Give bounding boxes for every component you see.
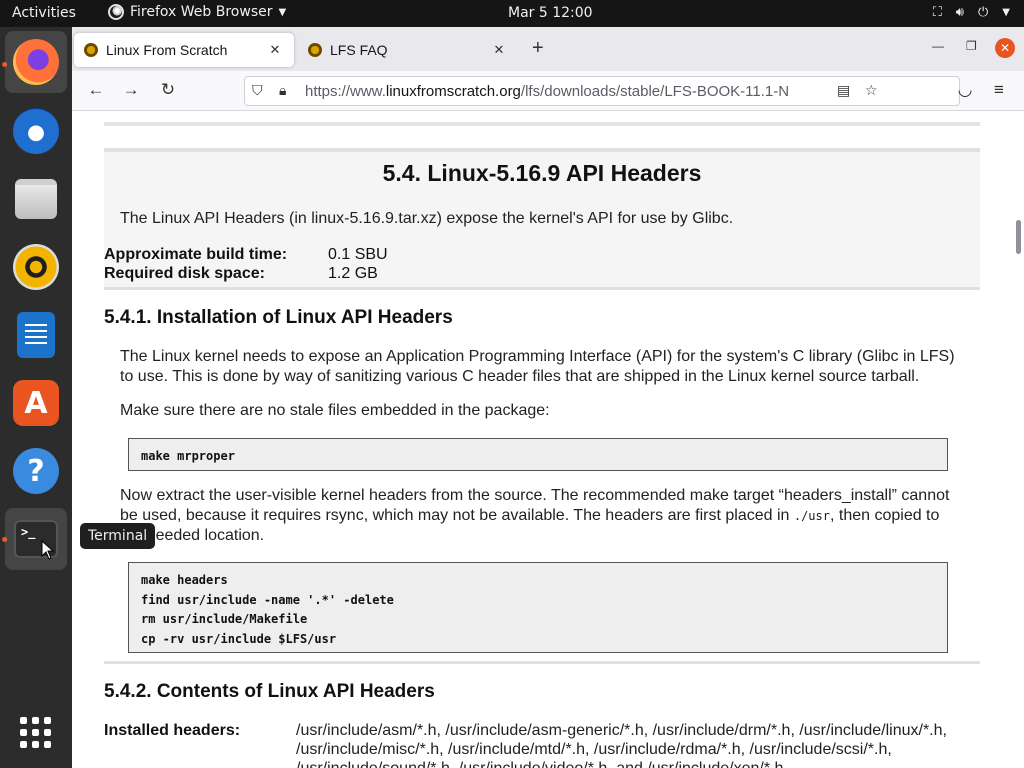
divider	[104, 661, 980, 664]
reader-view-icon[interactable]: ▤	[837, 82, 850, 99]
dock-item-help[interactable]: ?	[5, 440, 67, 502]
dock-tooltip: Terminal	[80, 523, 156, 549]
paragraph: Make sure there are no stale files embed…	[120, 402, 550, 419]
tab-title: Linux From Scratch	[106, 42, 228, 58]
system-tray[interactable]: ⛶ 🔊︎ ⏻ ▼	[933, 5, 1010, 20]
code-line: make mrproper	[141, 449, 235, 463]
show-applications-button[interactable]	[20, 717, 52, 749]
hamburger-menu-icon[interactable]: ≡	[988, 80, 1010, 100]
code-line: cp -rv usr/include $LFS/usr	[141, 631, 337, 646]
new-tab-button[interactable]: +	[532, 37, 544, 60]
dock-item-files[interactable]	[5, 168, 67, 230]
tab-lfs-faq[interactable]: LFS FAQ ✕	[298, 33, 518, 67]
forward-button[interactable]: →	[120, 80, 142, 100]
lock-icon[interactable]: 🔒︎	[279, 82, 286, 99]
section-heading-installation: 5.4.1. Installation of Linux API Headers	[104, 307, 453, 328]
build-time-value: 0.1 SBU	[328, 246, 388, 263]
close-icon[interactable]: ✕	[266, 42, 284, 58]
firefox-icon	[108, 4, 124, 20]
code-line: rm usr/include/Makefile	[141, 612, 308, 626]
url-text[interactable]: https://www.linuxfromscratch.org/lfs/dow…	[305, 83, 835, 100]
top-bar: Activities Firefox Web Browser ▼ Mar 5 1…	[0, 0, 1024, 27]
lfs-favicon-icon	[84, 43, 98, 57]
page-content: 5.4. Linux-5.16.9 API Headers The Linux …	[72, 111, 1016, 768]
app-menu[interactable]: Firefox Web Browser ▼	[108, 4, 286, 20]
build-time-label: Approximate build time:	[104, 246, 288, 263]
dock-item-writer[interactable]	[5, 304, 67, 366]
paragraph: Now extract the user-visible kernel head…	[120, 487, 950, 544]
software-store-icon: A	[13, 380, 59, 426]
minimize-button[interactable]: —	[932, 39, 944, 53]
installed-headers-value: /usr/include/asm/*.h, /usr/include/asm-g…	[296, 722, 947, 768]
volume-icon: 🔊︎	[955, 5, 964, 20]
paragraph: The Linux kernel needs to expose an Appl…	[120, 348, 955, 385]
dock-item-software[interactable]: A	[5, 372, 67, 434]
activities-button[interactable]: Activities	[12, 5, 76, 21]
close-icon[interactable]: ✕	[490, 42, 508, 58]
scrollbar-thumb[interactable]	[1016, 220, 1021, 254]
app-menu-label: Firefox Web Browser	[130, 4, 273, 20]
disk-space-row: Required disk space: 1.2 GB	[104, 265, 378, 283]
back-button[interactable]: ←	[85, 80, 107, 100]
restore-button[interactable]: ❐	[966, 39, 977, 53]
files-icon	[15, 179, 57, 219]
installed-headers-label: Installed headers:	[104, 722, 241, 739]
page-title: 5.4. Linux-5.16.9 API Headers	[382, 160, 702, 186]
thunderbird-icon	[13, 108, 59, 154]
disk-space-value: 1.2 GB	[328, 265, 378, 282]
dock-item-firefox[interactable]	[5, 31, 67, 93]
window-close-button[interactable]: ✕	[995, 38, 1015, 58]
power-icon: ⏻	[978, 5, 989, 20]
pocket-icon[interactable]: ◡	[954, 80, 976, 100]
code-line: make headers	[141, 573, 228, 587]
build-time-row: Approximate build time: 0.1 SBU	[104, 246, 388, 264]
dock-item-thunderbird[interactable]	[5, 100, 67, 162]
caret-down-icon: ▼	[1002, 7, 1010, 18]
divider	[104, 122, 980, 126]
rhythmbox-icon	[13, 244, 59, 290]
dock: A ? >_	[0, 27, 72, 768]
package-intro: The Linux API Headers (in linux-5.16.9.t…	[120, 210, 734, 227]
tab-title: LFS FAQ	[330, 42, 388, 58]
reload-button[interactable]: ↻	[157, 80, 179, 100]
code-block: make headers find usr/include -name '.*'…	[128, 562, 948, 653]
caret-down-icon: ▼	[278, 6, 287, 18]
shield-icon[interactable]: ⛉	[252, 82, 263, 99]
network-icon: ⛶	[932, 5, 942, 20]
package-header: 5.4. Linux-5.16.9 API Headers The Linux …	[104, 148, 980, 290]
code-block: make mrproper	[128, 438, 948, 471]
mouse-cursor-icon	[41, 540, 55, 560]
lfs-favicon-icon	[308, 43, 322, 57]
dock-item-rhythmbox[interactable]	[5, 236, 67, 298]
code-line: find usr/include -name '.*' -delete	[141, 592, 394, 607]
navigation-bar: ← → ↻ ⛉ 🔒︎ https://www.linuxfromscratch.…	[72, 71, 1024, 111]
tab-bar: Linux From Scratch ✕ LFS FAQ ✕ + — ❐ ✕	[72, 27, 1024, 71]
inline-code: ./usr	[793, 509, 830, 523]
disk-space-label: Required disk space:	[104, 265, 265, 282]
bookmark-star-icon[interactable]: ☆	[865, 82, 878, 99]
help-icon: ?	[13, 448, 59, 494]
tab-linux-from-scratch[interactable]: Linux From Scratch ✕	[74, 33, 294, 67]
firefox-icon	[13, 39, 59, 85]
writer-icon	[17, 312, 55, 358]
url-bar[interactable]: ⛉ 🔒︎ https://www.linuxfromscratch.org/lf…	[244, 76, 960, 106]
section-heading-contents: 5.4.2. Contents of Linux API Headers	[104, 681, 435, 702]
dock-item-terminal[interactable]: >_	[5, 508, 67, 570]
clock[interactable]: Mar 5 12:00	[508, 5, 593, 21]
